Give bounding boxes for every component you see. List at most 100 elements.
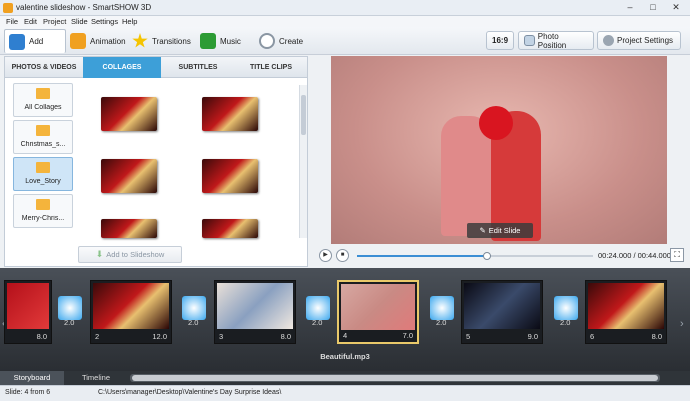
player-controls: ▶ ■ 00:24.000 / 00:44.000 ⛶ [315, 246, 685, 265]
progress-fill [357, 255, 487, 257]
tab-animation[interactable]: Animation [66, 29, 130, 53]
edit-slide-button[interactable]: ✎ Edit Slide [467, 223, 533, 238]
menu-help[interactable]: Help [122, 17, 137, 26]
edit-slide-label: Edit Slide [488, 226, 521, 235]
transitions-star-icon [132, 33, 148, 48]
category-label: Merry-Chris... [21, 215, 65, 222]
collage-thumbnail[interactable] [101, 159, 157, 193]
project-settings-button[interactable]: Project Settings [597, 31, 681, 50]
gear-icon [603, 35, 614, 46]
window-title: valentine slideshow - SmartSHOW 3D [16, 3, 152, 12]
add-to-slideshow-button[interactable]: ⬇ Add to Slideshow [78, 246, 182, 263]
slide-duration: 8.0 [36, 332, 47, 341]
animation-icon [70, 33, 86, 49]
play-button[interactable]: ▶ [319, 249, 332, 262]
tab-music[interactable]: Music [196, 29, 245, 53]
music-track-label[interactable]: Beautiful.mp3 [0, 352, 690, 362]
slide-number: 4 [343, 331, 348, 340]
aspect-ratio-button[interactable]: 16:9 [486, 31, 514, 50]
transition-icon[interactable] [554, 296, 578, 320]
tab-collages[interactable]: COLLAGES [83, 57, 161, 78]
add-arrow-icon: ⬇ [95, 249, 104, 259]
slide-image [93, 283, 169, 329]
tab-transitions-label: Transitions [152, 36, 191, 46]
tab-timeline[interactable]: Timeline [64, 371, 128, 385]
category-merry-christmas[interactable]: Merry-Chris... [13, 194, 73, 228]
fullscreen-button[interactable]: ⛶ [670, 248, 684, 262]
transition-icon[interactable] [306, 296, 330, 320]
collage-thumbnail[interactable] [101, 97, 157, 131]
slide-thumbnail[interactable]: 6 8.0 [585, 280, 667, 344]
category-love-story[interactable]: Love_Story [13, 157, 73, 191]
slide-number: 6 [590, 332, 595, 341]
menu-edit[interactable]: Edit [24, 17, 37, 26]
tab-storyboard[interactable]: Storyboard [0, 371, 64, 385]
tab-transitions[interactable]: Transitions [128, 29, 195, 53]
slide-image [464, 283, 540, 329]
tab-subtitles[interactable]: SUBTITLES [161, 57, 235, 78]
slide-thumbnail[interactable]: 5 9.0 [461, 280, 543, 344]
menu-file[interactable]: File [6, 17, 18, 26]
progress-knob[interactable] [482, 252, 491, 260]
media-library-panel: PHOTOS & VIDEOS COLLAGES SUBTITLES TITLE… [4, 56, 308, 267]
maximize-button[interactable]: □ [643, 1, 663, 14]
menu-settings[interactable]: Settings [91, 17, 118, 26]
photo-position-button[interactable]: Photo Position [518, 31, 594, 50]
tab-add[interactable]: Add [4, 29, 66, 53]
slide-thumbnail[interactable]: 2 12.0 [90, 280, 172, 344]
app-logo-icon [3, 3, 13, 13]
tab-animation-label: Animation [90, 36, 126, 46]
photo-position-label: Photo Position [537, 31, 567, 50]
library-subtabs: PHOTOS & VIDEOS COLLAGES SUBTITLES TITLE… [5, 57, 307, 78]
slide-duration: 8.0 [280, 332, 291, 341]
slide-thumbnail[interactable]: 3 8.0 [214, 280, 296, 344]
add-to-slideshow-label: Add to Slideshow [106, 250, 165, 259]
playback-progress-slider[interactable] [357, 252, 593, 260]
scroll-right-icon[interactable]: › [680, 318, 684, 330]
collage-thumbnail[interactable] [101, 219, 157, 238]
playback-time: 00:24.000 / 00:44.000 [598, 251, 671, 260]
stop-button[interactable]: ■ [336, 249, 349, 262]
menu-project[interactable]: Project [43, 17, 66, 26]
collage-thumbnail[interactable] [202, 159, 258, 193]
collage-thumbnail[interactable] [202, 219, 258, 238]
tab-title-clips[interactable]: TITLE CLIPS [235, 57, 307, 78]
transition-duration: 2.0 [312, 318, 323, 327]
view-tabs: Storyboard Timeline [0, 371, 690, 385]
slide-thumbnail-selected[interactable]: 4 7.0 [337, 280, 419, 344]
slide-image [217, 283, 293, 329]
folder-icon [36, 88, 50, 99]
thumbnails-scrollbar[interactable] [299, 85, 307, 238]
slide-number: 3 [219, 332, 224, 341]
collage-thumbnail[interactable] [202, 97, 258, 131]
storyboard-strip: ‹ › 8.0 2.0 2 12.0 2.0 3 8.0 2.0 4 7.0 2… [0, 268, 690, 371]
slide-thumbnail[interactable]: 8.0 [4, 280, 52, 344]
menu-slide[interactable]: Slide [71, 17, 88, 26]
slide-duration: 8.0 [651, 332, 662, 341]
folder-icon [36, 125, 50, 136]
scrollbar-thumb[interactable] [301, 95, 306, 135]
heart-balloon [479, 106, 513, 140]
slide-duration: 9.0 [527, 332, 538, 341]
category-christmas[interactable]: Christmas_s... [13, 120, 73, 154]
category-all-collages[interactable]: All Collages [13, 83, 73, 117]
tab-create[interactable]: Create [255, 29, 307, 53]
storyboard-scrollbar[interactable] [130, 374, 660, 382]
slide-duration: 12.0 [152, 332, 167, 341]
menu-bar: File Edit Project Slide Settings Help [0, 16, 690, 27]
slide-duration: 7.0 [402, 331, 413, 340]
folder-icon [36, 162, 50, 173]
transition-icon[interactable] [182, 296, 206, 320]
collage-thumbnails [77, 85, 299, 238]
tab-photos-videos[interactable]: PHOTOS & VIDEOS [5, 57, 83, 78]
transition-duration: 2.0 [64, 318, 75, 327]
transition-icon[interactable] [430, 296, 454, 320]
scrollbar-thumb[interactable] [132, 375, 658, 381]
slide-image [341, 284, 415, 330]
project-path: C:\Users\manager\Desktop\Valentine's Day… [98, 389, 282, 396]
transition-icon[interactable] [58, 296, 82, 320]
slide-number: 2 [95, 332, 100, 341]
minimize-button[interactable]: – [620, 1, 640, 14]
create-disc-icon [259, 33, 275, 49]
close-button[interactable]: ✕ [666, 1, 686, 14]
